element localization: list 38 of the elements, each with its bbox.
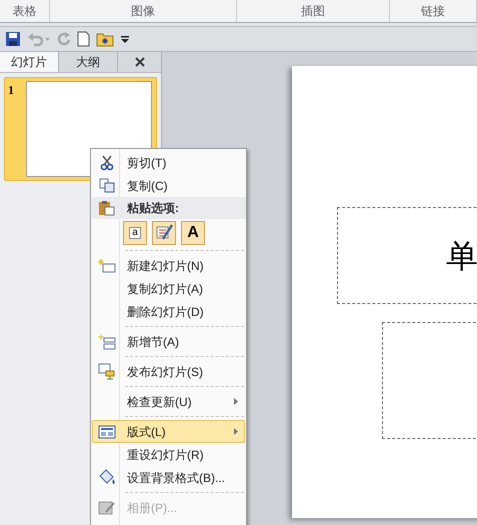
title-text: 单 xyxy=(446,240,477,272)
customize-toolbar-icon[interactable] xyxy=(120,34,130,44)
menu-item[interactable]: 版式(L) xyxy=(92,420,245,443)
paste-destination-theme-button[interactable] xyxy=(152,221,176,245)
ribbon-group-label: 插图 xyxy=(301,3,325,20)
menu-item[interactable]: 重设幻灯片(R) xyxy=(92,443,245,466)
menu-item[interactable]: 复制幻灯片(A) xyxy=(92,277,245,300)
new-section-icon xyxy=(98,334,116,350)
menu-section-header: 粘贴选项: xyxy=(127,200,179,217)
new-slide-icon xyxy=(98,258,116,272)
photo-album-icon xyxy=(98,500,115,516)
paint-bucket-icon xyxy=(98,469,116,486)
pane-tab[interactable]: 幻灯片 xyxy=(0,52,59,72)
ribbon-group-label: 表格 xyxy=(12,3,36,20)
folder-icon[interactable] xyxy=(96,31,114,47)
layout-icon xyxy=(98,424,116,438)
title-placeholder[interactable]: 单 xyxy=(337,207,477,304)
scissors-icon xyxy=(100,154,114,170)
submenu-arrow-icon xyxy=(234,428,238,435)
menu-item[interactable]: 检查更新(U) xyxy=(92,390,245,413)
ribbon-group-label: 图像 xyxy=(131,3,155,20)
publish-slides-icon xyxy=(98,363,116,380)
paste-keep-formatting-button[interactable]: a xyxy=(123,221,147,245)
slide-number: 1 xyxy=(8,82,15,99)
menu-item[interactable]: 发布幻灯片(S) xyxy=(92,360,245,383)
menu-item[interactable]: 设置背景格式(B)... xyxy=(92,466,245,489)
submenu-arrow-icon xyxy=(234,398,238,405)
paste-text-only-button[interactable]: A xyxy=(181,221,205,245)
new-document-icon[interactable] xyxy=(77,31,90,47)
pane-tab[interactable]: 大纲 xyxy=(59,52,118,72)
close-icon[interactable] xyxy=(134,57,144,67)
clipboard-icon xyxy=(98,200,114,216)
save-icon[interactable] xyxy=(5,31,21,47)
menu-item[interactable]: 新增节(A) xyxy=(92,330,245,353)
menu-item[interactable]: 新建幻灯片(N) xyxy=(92,254,245,277)
ribbon-group-label: 链接 xyxy=(421,3,445,20)
menu-item[interactable]: 删除幻灯片(D) xyxy=(92,300,245,323)
copy-icon xyxy=(98,178,114,193)
